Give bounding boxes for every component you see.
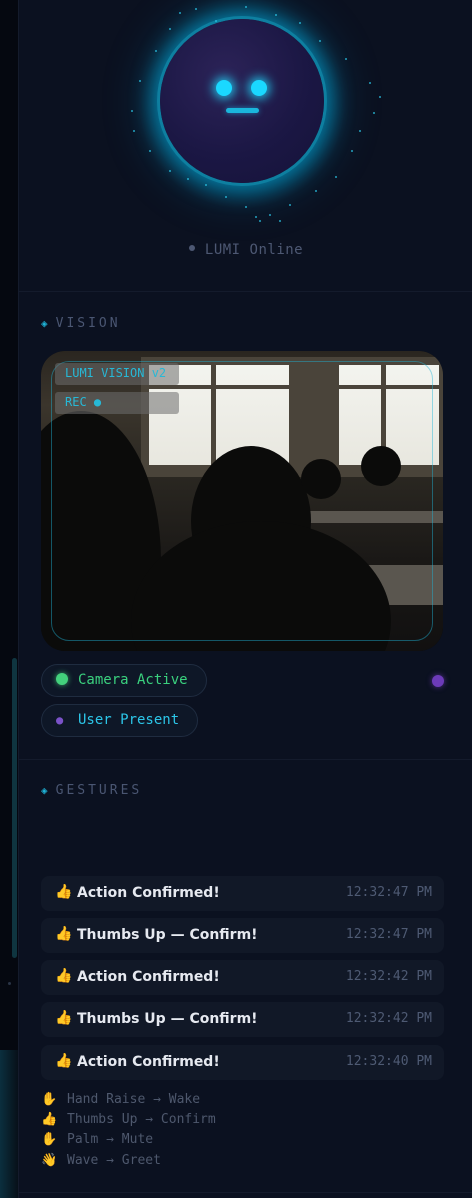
vision-title-tag: LUMI VISION v2 xyxy=(55,363,179,385)
sparkle-dot xyxy=(289,204,291,206)
gesture-text: Thumbs Up — Confirm! xyxy=(77,927,258,943)
sparkle-dot xyxy=(319,40,321,42)
sparkle-dot xyxy=(139,80,141,82)
avatar-section: LUMI Online xyxy=(19,0,472,292)
gesture-time: 12:32:42 PM xyxy=(345,1011,432,1026)
thumbs-up-icon: 👍 xyxy=(55,1010,73,1026)
status-dot-icon xyxy=(188,245,195,251)
sparkle-dot xyxy=(179,12,181,14)
sparkle-dot xyxy=(225,196,227,198)
rec-indicator: REC ● xyxy=(55,392,179,414)
presence-indicator xyxy=(432,675,444,687)
diamond-icon: ◈ xyxy=(41,317,48,330)
gesture-legend-item: ✋ Palm → Mute xyxy=(41,1132,153,1147)
sparkle-dot xyxy=(169,28,171,30)
left-eye xyxy=(216,80,232,96)
sparkle-dot xyxy=(245,6,247,8)
camera-feed: LUMI VISION v2 REC ● xyxy=(41,351,443,651)
sparkle-dot xyxy=(205,184,207,186)
sparkle-dot xyxy=(359,130,361,132)
sparkle-dot xyxy=(373,112,375,114)
avatar-status-text: LUMI Online xyxy=(204,242,304,258)
gesture-text: Action Confirmed! xyxy=(77,969,220,985)
sparkle-dot xyxy=(351,150,353,152)
thumbs-up-icon: 👍 xyxy=(41,1112,58,1127)
gesture-time: 12:32:40 PM xyxy=(345,1054,432,1069)
sparkle-dot xyxy=(155,50,157,52)
sparkle-dot xyxy=(335,176,337,178)
gesture-text: Thumbs Up — Confirm! xyxy=(77,1011,258,1027)
user-status-text: User Present xyxy=(78,712,180,728)
left-sidebar-strip xyxy=(0,0,18,1198)
gestures-title-text: GESTURES xyxy=(55,783,143,798)
avatar-status: LUMI Online xyxy=(19,242,472,258)
thumbs-up-icon: 👍 xyxy=(55,968,73,984)
bottom-divider xyxy=(19,1192,472,1193)
gestures-section-title: ◈ GESTURES xyxy=(41,783,142,798)
gesture-log-item: 👍 Thumbs Up — Confirm! 12:32:47 PM xyxy=(41,918,444,953)
sparkle-dot xyxy=(133,130,135,132)
sparkle-dot xyxy=(255,216,257,218)
sparkle-dot xyxy=(169,170,171,172)
sparkle-dot xyxy=(187,178,189,180)
thumbs-up-icon: 👍 xyxy=(55,884,73,900)
legend-text: Hand Raise → Wake xyxy=(67,1092,201,1107)
user-status-chip: ● User Present xyxy=(41,704,198,737)
gesture-log-item: 👍 Action Confirmed! 12:32:40 PM xyxy=(41,1045,444,1080)
sparkle-dot xyxy=(379,96,381,98)
legend-text: Wave → Greet xyxy=(67,1153,161,1168)
sidebar-scrollbar[interactable] xyxy=(12,658,17,958)
gesture-log-item: 👍 Action Confirmed! 12:32:47 PM xyxy=(41,876,444,911)
sparkle-dot xyxy=(269,214,271,216)
camera-status-chip: Camera Active xyxy=(41,664,207,697)
mouth xyxy=(226,108,259,113)
sidebar-dot xyxy=(8,982,11,985)
sparkle-dot xyxy=(345,58,347,60)
sparkle-dot xyxy=(275,14,277,16)
sparkle-dot xyxy=(369,82,371,84)
legend-text: Palm → Mute xyxy=(67,1132,154,1147)
wave-icon: 👋 xyxy=(41,1153,58,1168)
vision-section-title: ◈ VISION xyxy=(41,316,121,331)
gesture-log-item: 👍 Thumbs Up — Confirm! 12:32:42 PM xyxy=(41,1002,444,1037)
sparkle-dot xyxy=(315,190,317,192)
thumbs-up-icon: 👍 xyxy=(55,926,73,942)
gesture-time: 12:32:47 PM xyxy=(345,885,432,900)
user-icon: ● xyxy=(56,713,64,727)
raised-hand-icon: ✋ xyxy=(41,1092,58,1107)
gesture-text: Action Confirmed! xyxy=(77,1054,220,1070)
vision-title-text: VISION xyxy=(55,316,121,331)
lumi-avatar-face[interactable] xyxy=(160,19,324,183)
gesture-log-item: 👍 Action Confirmed! 12:32:42 PM xyxy=(41,960,444,995)
sparkle-dot xyxy=(149,150,151,152)
sparkle-dot xyxy=(259,220,261,222)
sparkle-dot xyxy=(245,206,247,208)
gesture-time: 12:32:42 PM xyxy=(345,969,432,984)
gesture-legend-item: 👍 Thumbs Up → Confirm xyxy=(41,1112,216,1127)
sparkle-dot xyxy=(131,110,133,112)
sparkle-dot xyxy=(215,20,217,22)
section-divider xyxy=(19,759,472,760)
sparkle-dot xyxy=(195,8,197,10)
gesture-legend-item: 👋 Wave → Greet xyxy=(41,1153,161,1168)
sidebar-glow xyxy=(0,1050,18,1198)
right-eye xyxy=(251,80,267,96)
sparkle-dot xyxy=(279,220,281,222)
diamond-icon: ◈ xyxy=(41,784,48,797)
gesture-text: Action Confirmed! xyxy=(77,885,220,901)
green-led-icon xyxy=(56,673,68,685)
thumbs-up-icon: 👍 xyxy=(55,1053,73,1069)
camera-status-text: Camera Active xyxy=(78,672,188,688)
sparkle-dot xyxy=(299,22,301,24)
gesture-legend-item: ✋ Hand Raise → Wake xyxy=(41,1092,200,1107)
legend-text: Thumbs Up → Confirm xyxy=(67,1112,216,1127)
palm-icon: ✋ xyxy=(41,1132,58,1147)
gesture-time: 12:32:47 PM xyxy=(345,927,432,942)
right-panel: LUMI Online ◈ VISION LUMI VISION v2 REC ●… xyxy=(18,0,472,1198)
